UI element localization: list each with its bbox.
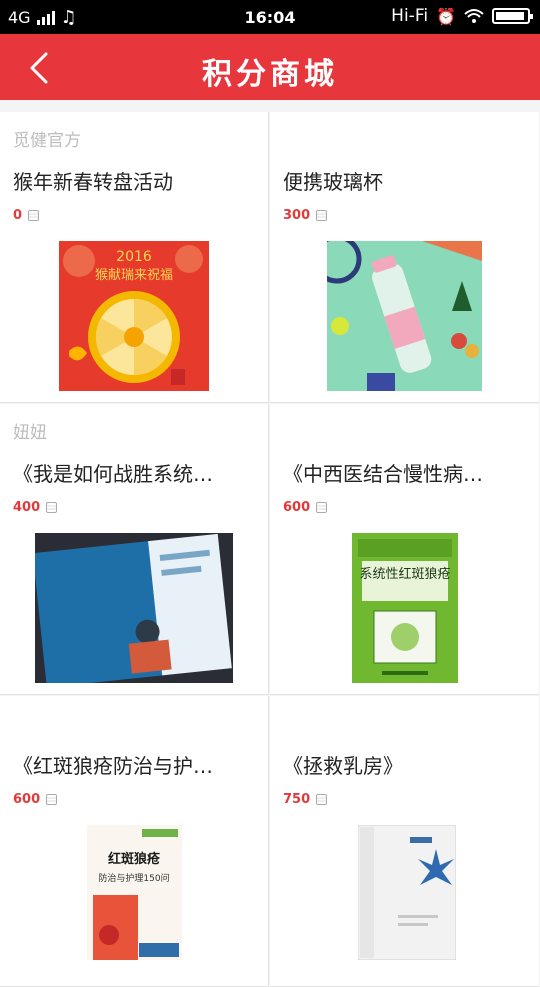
product-card[interactable]: 《红斑狼疮防治与护… 600 红斑狼疮 防治与护理150问: [0, 696, 269, 987]
status-right: Hi-Fi ⏰: [391, 6, 533, 26]
wifi-icon: [464, 9, 484, 23]
book-cover-image-1: [35, 533, 233, 683]
spring-festival-wheel-image: 2016 猴献瑞来祝福: [59, 241, 209, 391]
battery-icon: [492, 8, 533, 24]
product-price: 300: [283, 208, 328, 223]
book-cover-image-3: 红斑狼疮 防治与护理150问: [87, 825, 182, 960]
price-value: 600: [13, 792, 41, 807]
glass-cup-image: [327, 241, 482, 391]
price-value: 300: [283, 208, 311, 223]
coin-icon: [46, 502, 58, 513]
product-price: 750: [283, 792, 328, 807]
price-value: 600: [283, 500, 311, 515]
product-name: 猴年新春转盘活动: [13, 170, 173, 194]
coin-icon: [28, 210, 40, 221]
book-cover-image-2: 系统性红斑狼疮: [352, 533, 458, 683]
price-value: 400: [13, 500, 41, 515]
product-card[interactable]: 便携玻璃杯 300: [270, 112, 539, 403]
book-cover-image-4: [358, 825, 456, 960]
product-name: 便携玻璃杯: [283, 170, 383, 194]
header-bar: 积分商城: [0, 34, 540, 100]
coin-icon: [316, 794, 328, 805]
price-value: 750: [283, 792, 311, 807]
coin-icon: [316, 502, 328, 513]
alarm-icon: ⏰: [436, 6, 456, 26]
product-card[interactable]: 《中西医结合慢性病… 600 系统性红斑狼疮: [270, 404, 539, 695]
product-name: 《我是如何战胜系统…: [13, 462, 213, 486]
product-name: 《中西医结合慢性病…: [283, 462, 483, 486]
coin-icon: [316, 210, 328, 221]
product-price: 400: [13, 500, 58, 515]
wheel-banner: 猴献瑞来祝福: [95, 268, 173, 283]
product-card[interactable]: 觅健官方 猴年新春转盘活动 0 2016 猴献瑞来祝福: [0, 112, 269, 403]
product-name: 《红斑狼疮防治与护…: [13, 754, 213, 778]
book-title-text: 系统性红斑狼疮: [359, 566, 450, 582]
product-card[interactable]: 妞妞 《我是如何战胜系统… 400: [0, 404, 269, 695]
coin-icon: [46, 794, 58, 805]
seller-name: 妞妞: [13, 423, 47, 443]
page-title: 积分商城: [202, 57, 338, 92]
book-subtitle-text: 防治与护理150问: [98, 872, 169, 884]
seller-name: 觅健官方: [13, 131, 81, 151]
status-bar: 4G ♫ 16:04 Hi-Fi ⏰: [0, 0, 540, 34]
product-price: 600: [13, 792, 58, 807]
product-name: 《拯救乳房》: [283, 754, 403, 778]
wifi-label: Hi-Fi: [391, 6, 429, 26]
book-title-text: 红斑狼疮: [108, 851, 161, 867]
wheel-year: 2016: [116, 249, 152, 265]
price-value: 0: [13, 208, 23, 223]
product-card[interactable]: 《拯救乳房》 750: [270, 696, 539, 987]
product-price: 0: [13, 208, 40, 223]
product-price: 600: [283, 500, 328, 515]
